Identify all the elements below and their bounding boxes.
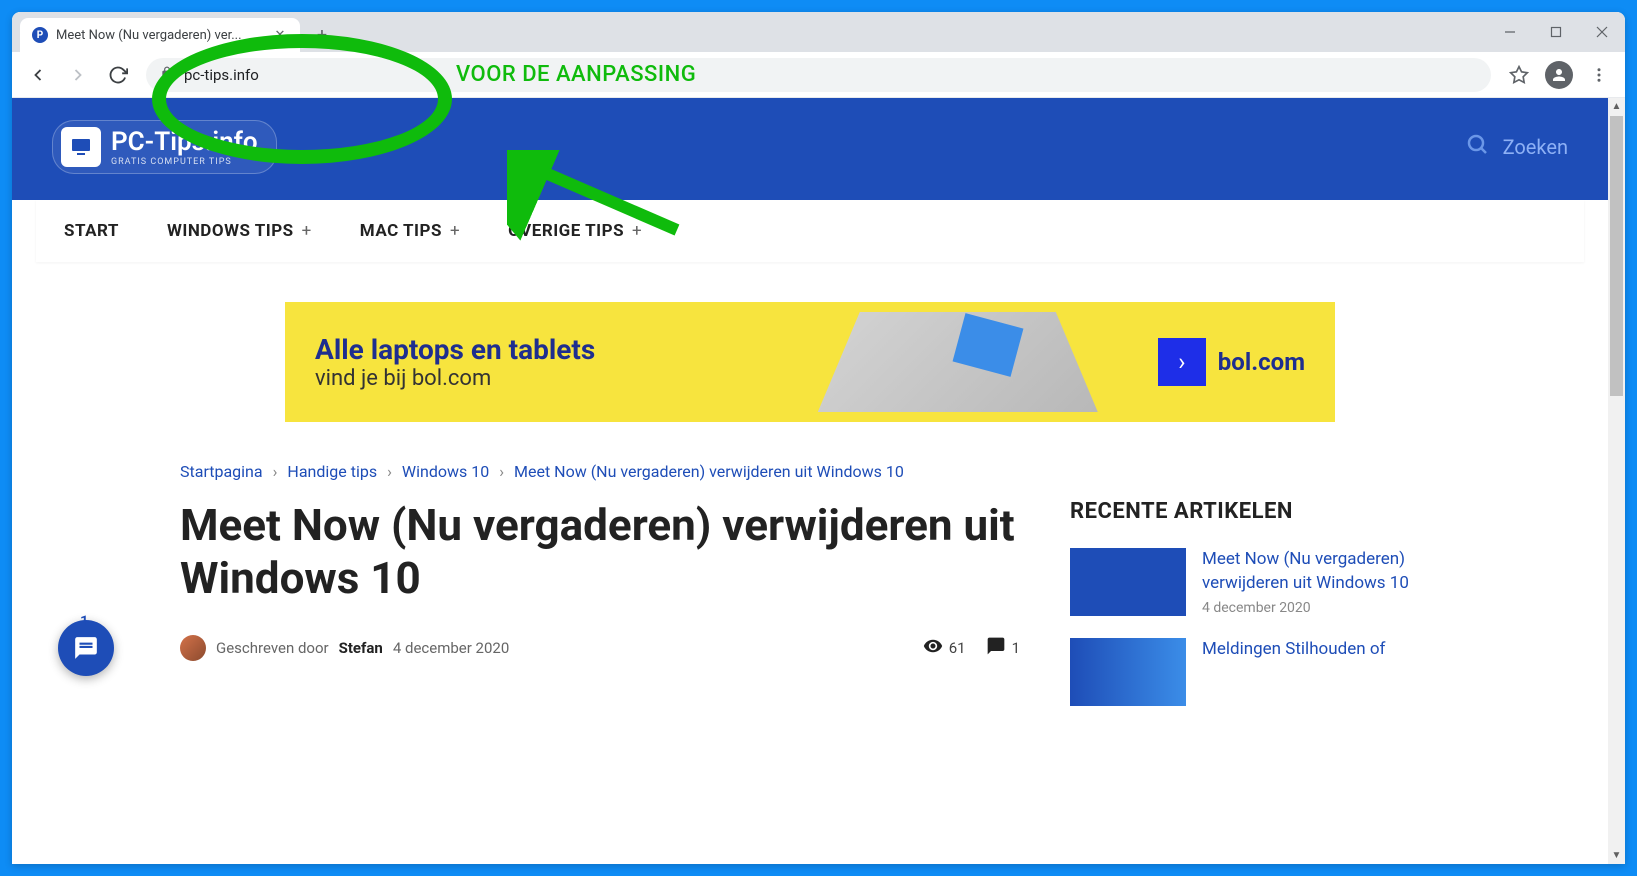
recent-article-item[interactable]: Meet Now (Nu vergaderen) verwijderen uit…	[1070, 548, 1440, 616]
logo-icon	[61, 127, 101, 167]
plus-icon: +	[450, 221, 460, 241]
vertical-scrollbar[interactable]: ▲ ▼	[1608, 98, 1625, 864]
tab-close-button[interactable]: ✕	[272, 27, 288, 43]
ad-brand-logo: › bol.com	[1158, 338, 1305, 386]
article-thumbnail	[1070, 638, 1186, 706]
browser-tab[interactable]: P Meet Now (Nu vergaderen) ver... ✕	[20, 18, 300, 52]
author-avatar	[180, 635, 206, 661]
nav-item-overige-tips[interactable]: OVERIGE TIPS+	[508, 221, 642, 241]
main-nav: START WINDOWS TIPS+ MAC TIPS+ OVERIGE TI…	[36, 200, 1584, 262]
tab-title: Meet Now (Nu vergaderen) ver...	[56, 28, 264, 43]
site-logo[interactable]: PC-Tips.info GRATIS COMPUTER TIPS	[52, 120, 277, 174]
comment-icon	[986, 636, 1006, 660]
browser-window: P Meet Now (Nu vergaderen) ver... ✕ + pc…	[12, 12, 1625, 864]
breadcrumb: Startpagina› Handige tips› Windows 10› M…	[180, 462, 1440, 481]
kebab-menu-button[interactable]	[1581, 57, 1617, 93]
breadcrumb-item[interactable]: Meet Now (Nu vergaderen) verwijderen uit…	[514, 462, 904, 481]
ad-banner[interactable]: Alle laptops en tablets vind je bij bol.…	[285, 302, 1335, 422]
minimize-button[interactable]	[1487, 12, 1533, 52]
logo-subtitle: GRATIS COMPUTER TIPS	[111, 157, 258, 167]
ad-headline: Alle laptops en tablets	[315, 333, 595, 366]
breadcrumb-item[interactable]: Startpagina	[180, 462, 263, 481]
new-tab-button[interactable]: +	[308, 21, 336, 49]
bookmark-button[interactable]	[1501, 57, 1537, 93]
tab-strip: P Meet Now (Nu vergaderen) ver... ✕ +	[12, 12, 1625, 52]
reload-button[interactable]	[100, 57, 136, 93]
sidebar: RECENTE ARTIKELEN Meet Now (Nu vergadere…	[1070, 499, 1440, 728]
article-title: Meet Now (Nu vergaderen) verwijderen uit…	[180, 499, 1020, 605]
recent-article-item[interactable]: Meldingen Stilhouden of	[1070, 638, 1440, 706]
chat-badge: 1	[80, 612, 89, 630]
article-thumbnail	[1070, 548, 1186, 616]
viewport[interactable]: PC-Tips.info GRATIS COMPUTER TIPS Zoeken…	[12, 98, 1608, 864]
chat-icon	[73, 635, 99, 661]
content-area: PC-Tips.info GRATIS COMPUTER TIPS Zoeken…	[12, 98, 1625, 864]
nav-item-mac-tips[interactable]: MAC TIPS+	[360, 221, 460, 241]
comment-count[interactable]: 1	[986, 636, 1020, 660]
plus-icon: +	[632, 221, 642, 241]
profile-button[interactable]	[1541, 57, 1577, 93]
browser-toolbar: pc-tips.info VOOR DE AANPASSING	[12, 52, 1625, 98]
scroll-up-button[interactable]: ▲	[1608, 98, 1625, 115]
back-button[interactable]	[20, 57, 56, 93]
maximize-button[interactable]	[1533, 12, 1579, 52]
sidebar-title: RECENTE ARTIKELEN	[1070, 499, 1440, 524]
chat-button[interactable]: 1	[58, 620, 114, 676]
lock-icon	[160, 66, 174, 84]
view-count: 61	[923, 636, 966, 660]
breadcrumb-item[interactable]: Handige tips	[287, 462, 377, 481]
page-body: Alle laptops en tablets vind je bij bol.…	[120, 262, 1500, 748]
article-byline: Geschreven door Stefan 4 december 2020 6…	[180, 635, 1020, 661]
scrollbar-thumb[interactable]	[1610, 116, 1623, 396]
ad-subline: vind je bij bol.com	[315, 366, 595, 391]
annotation-label: VOOR DE AANPASSING	[456, 62, 696, 87]
article-date: 4 december 2020	[393, 639, 509, 657]
site-search[interactable]: Zoeken	[1465, 132, 1568, 162]
main-column: Meet Now (Nu vergaderen) verwijderen uit…	[180, 499, 1020, 728]
search-placeholder: Zoeken	[1503, 135, 1568, 159]
url-text: pc-tips.info	[184, 66, 259, 84]
nav-item-windows-tips[interactable]: WINDOWS TIPS+	[167, 221, 312, 241]
scroll-down-button[interactable]: ▼	[1608, 847, 1625, 864]
plus-icon: +	[302, 221, 312, 241]
search-icon	[1465, 132, 1489, 162]
address-bar[interactable]: pc-tips.info VOOR DE AANPASSING	[146, 58, 1491, 92]
chevron-right-icon: ›	[1158, 338, 1206, 386]
close-window-button[interactable]	[1579, 12, 1625, 52]
eye-icon	[923, 636, 943, 660]
logo-text: PC-Tips.info	[111, 127, 258, 157]
nav-item-start[interactable]: START	[64, 221, 119, 241]
site-header: PC-Tips.info GRATIS COMPUTER TIPS Zoeken	[12, 98, 1608, 200]
breadcrumb-item[interactable]: Windows 10	[402, 462, 489, 481]
author-name: Stefan	[339, 639, 383, 657]
favicon-icon: P	[32, 27, 48, 43]
ad-laptop-image	[818, 312, 1098, 412]
window-controls	[1487, 12, 1625, 52]
forward-button[interactable]	[60, 57, 96, 93]
